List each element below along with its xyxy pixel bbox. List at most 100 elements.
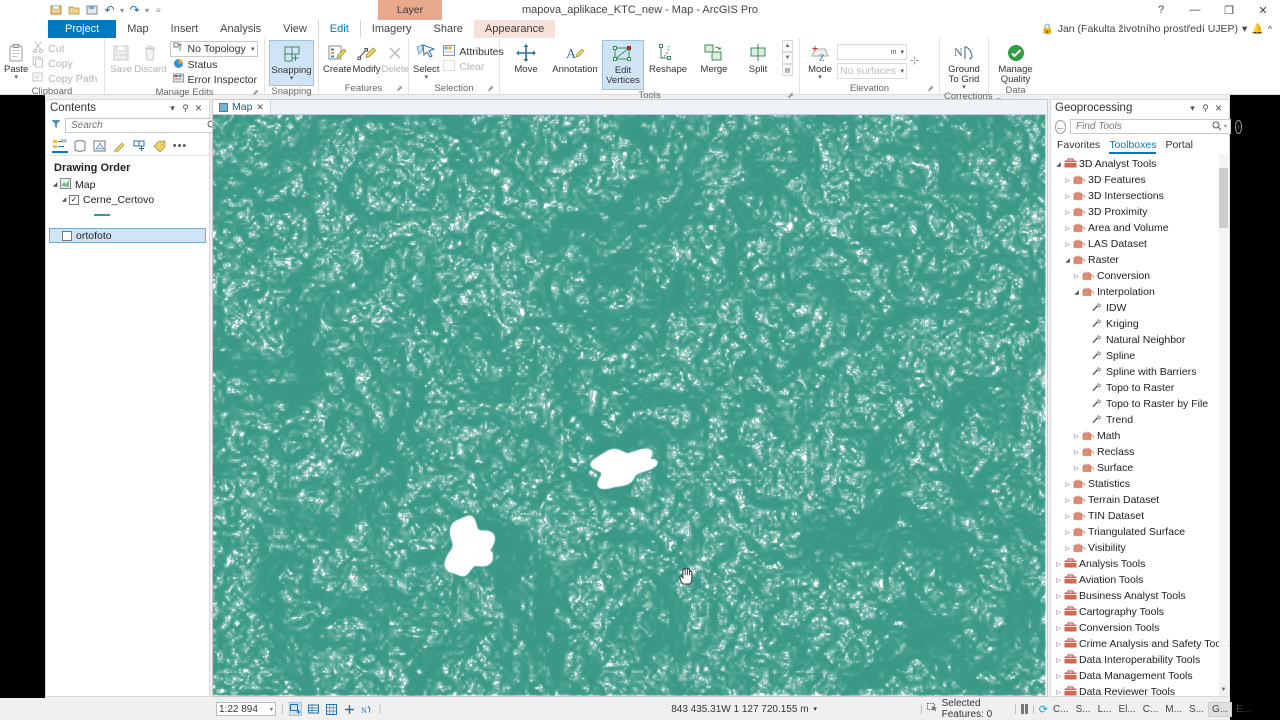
tree-expander-icon[interactable]: ▷ xyxy=(1072,433,1081,440)
geoprocessing-pin-icon[interactable]: ⚲ xyxy=(1199,103,1212,114)
cerne-certovo-checkbox[interactable]: ✓ xyxy=(69,194,79,205)
basemap-icon[interactable]: N xyxy=(361,702,374,716)
paste-caret-icon[interactable]: ▾ xyxy=(14,74,18,81)
contents-tree-row-map[interactable]: ◢ Map xyxy=(46,177,209,192)
toolbox-tree-item[interactable]: ▷ Conversion Tools xyxy=(1051,620,1229,636)
topology-caret-icon[interactable]: ▾ xyxy=(251,45,255,53)
dock-button-6[interactable]: S... xyxy=(1186,703,1207,716)
tab-imagery[interactable]: Imagery xyxy=(361,20,423,38)
toolbox-tree-item[interactable]: ▷ Data Management Tools xyxy=(1051,668,1229,684)
filter-icon[interactable] xyxy=(51,119,61,132)
toolbox-tree-item[interactable]: ▷ Conversion xyxy=(1051,268,1229,284)
tab-edit[interactable]: Edit xyxy=(317,20,361,38)
tree-expander-icon[interactable]: ▷ xyxy=(1054,609,1063,616)
geoprocessing-close-icon[interactable]: ✕ xyxy=(1212,103,1225,114)
toolbox-tree[interactable]: ▲ ▼ ◢3D Analyst Tools▷3D Features▷3D Int… xyxy=(1051,154,1229,696)
tools-scroll-up-icon[interactable]: ▲ xyxy=(782,40,793,52)
account-area[interactable]: 🔒 Jan (Fakulta životního prostředí UJEP)… xyxy=(1041,20,1280,38)
tree-expander-icon[interactable]: ◢ xyxy=(1063,257,1072,264)
manage-edits-launcher-icon[interactable]: ⬈ xyxy=(252,87,259,99)
list-by-snapping-icon[interactable] xyxy=(132,138,148,153)
tree-expander-icon[interactable]: ▷ xyxy=(1054,641,1063,648)
toolbox-tree-item[interactable]: ▷ Visibility xyxy=(1051,540,1229,556)
map-scale-caret-icon[interactable]: ▾ xyxy=(270,706,273,713)
toolbox-tree-item[interactable]: Kriging xyxy=(1051,316,1229,332)
create-features-button[interactable]: Create xyxy=(323,40,352,75)
tree-expander-icon[interactable]: ▷ xyxy=(1063,177,1072,184)
cerne-certovo-expander-icon[interactable]: ◢ xyxy=(59,196,69,203)
ground-to-grid-button[interactable]: N Ground To Grid ▾ xyxy=(944,40,984,91)
toolbox-scroll-down-icon[interactable]: ▼ xyxy=(1219,684,1228,696)
contents-tree-row-ortofoto[interactable]: ortofoto xyxy=(49,228,206,243)
tree-expander-icon[interactable]: ▷ xyxy=(1054,673,1063,680)
toolbox-tree-item[interactable]: ▷ Math xyxy=(1051,428,1229,444)
undo-dropdown-icon[interactable]: ▾ xyxy=(120,6,124,15)
find-tools-dropdown-icon[interactable]: ▾ xyxy=(1224,123,1227,130)
clear-selection-button[interactable]: Clear xyxy=(440,59,506,74)
toolbox-tree-item[interactable]: IDW xyxy=(1051,300,1229,316)
tree-expander-icon[interactable]: ▷ xyxy=(1054,561,1063,568)
add-toolbox-icon[interactable]: + xyxy=(1235,119,1243,134)
elevation-mode-caret-icon[interactable]: ▾ xyxy=(818,74,822,81)
find-tools-input[interactable] xyxy=(1074,120,1212,133)
ortofoto-checkbox[interactable] xyxy=(62,230,72,241)
dock-button-1[interactable]: S... xyxy=(1073,703,1094,716)
tab-favorites[interactable]: Favorites xyxy=(1057,139,1100,154)
tree-expander-icon[interactable]: ◢ xyxy=(1072,289,1081,296)
tree-expander-icon[interactable]: ▷ xyxy=(1054,657,1063,664)
elevation-mode-button[interactable]: Z Mode ▾ xyxy=(804,40,836,81)
elevation-value-field[interactable]: m ▾ xyxy=(837,44,907,60)
undo-icon[interactable]: ↶ xyxy=(102,3,117,17)
save-project-icon[interactable] xyxy=(48,3,63,17)
list-by-drawing-order-icon[interactable] xyxy=(52,138,68,153)
toolbox-tree-item[interactable]: ◢ Interpolation xyxy=(1051,284,1229,300)
save-as-icon[interactable] xyxy=(84,3,99,17)
collapse-ribbon-icon[interactable]: ^ xyxy=(1268,24,1272,34)
copy-button[interactable]: Copy xyxy=(29,56,100,71)
toolbox-tree-item[interactable]: ▷ Data Reviewer Tools xyxy=(1051,684,1229,696)
maximize-button[interactable]: ❐ xyxy=(1212,0,1246,20)
toolbox-tree-item[interactable]: ▷ Reclass xyxy=(1051,444,1229,460)
tree-expander-icon[interactable]: ▷ xyxy=(1054,625,1063,632)
toolbox-tree-item[interactable]: ▷ LAS Dataset xyxy=(1051,236,1229,252)
help-button[interactable]: ? xyxy=(1144,0,1178,20)
toolbox-tree-item[interactable]: ▷ Surface xyxy=(1051,460,1229,476)
contents-search-input[interactable] xyxy=(69,119,207,132)
tab-toolboxes[interactable]: Toolboxes xyxy=(1109,139,1157,154)
account-caret-icon[interactable]: ▾ xyxy=(1242,23,1247,35)
tab-map[interactable]: Map xyxy=(116,20,159,38)
move-tool-button[interactable]: Move xyxy=(504,40,548,75)
tab-appearance[interactable]: Appearance xyxy=(473,20,556,38)
open-project-icon[interactable] xyxy=(66,3,81,17)
map-expander-icon[interactable]: ◢ xyxy=(50,181,60,188)
dock-button-0[interactable]: C... xyxy=(1050,703,1072,716)
features-launcher-icon[interactable]: ⬈ xyxy=(396,83,403,95)
tree-expander-icon[interactable]: ▷ xyxy=(1054,593,1063,600)
toolbox-scrollbar[interactable] xyxy=(1219,154,1228,696)
toolbox-tree-item[interactable]: ▷ Crime Analysis and Safety Tools xyxy=(1051,636,1229,652)
topology-combo[interactable]: No Topology ▾ xyxy=(169,41,258,57)
annotation-tool-button[interactable]: A Annotation xyxy=(549,40,601,75)
toolbox-tree-item[interactable]: Topo to Raster xyxy=(1051,380,1229,396)
tree-expander-icon[interactable]: ▷ xyxy=(1063,513,1072,520)
dock-button-5[interactable]: M... xyxy=(1162,703,1185,716)
toolbox-tree-item[interactable]: ▷ 3D Features xyxy=(1051,172,1229,188)
more-icon[interactable]: ••• xyxy=(172,138,188,153)
dock-button-7[interactable]: G... xyxy=(1207,701,1233,717)
snapping-caret-icon[interactable]: ▾ xyxy=(290,75,294,82)
tree-expander-icon[interactable]: ▷ xyxy=(1054,577,1063,584)
tab-project[interactable]: Project xyxy=(48,20,117,38)
toolbox-tree-item[interactable]: Topo to Raster by File xyxy=(1051,396,1229,412)
tree-expander-icon[interactable]: ▷ xyxy=(1072,465,1081,472)
modify-features-button[interactable]: Modify xyxy=(353,40,381,75)
contents-close-icon[interactable]: ✕ xyxy=(192,103,205,114)
add-data-icon[interactable] xyxy=(343,702,356,716)
toolbox-tree-item[interactable]: ▷ Analysis Tools xyxy=(1051,556,1229,572)
paste-button[interactable]: Paste ▾ xyxy=(4,40,28,81)
toolbox-tree-item[interactable]: ▷ Area and Volume xyxy=(1051,220,1229,236)
customize-qat-icon[interactable]: ≡ xyxy=(156,6,161,15)
redo-dropdown-icon[interactable]: ▾ xyxy=(145,6,149,15)
map-view-tab[interactable]: Map ✕ xyxy=(213,100,271,114)
map-scale-combo[interactable]: 1:22 894 ▾ xyxy=(216,702,276,716)
reshape-button[interactable]: Reshape xyxy=(645,40,691,75)
